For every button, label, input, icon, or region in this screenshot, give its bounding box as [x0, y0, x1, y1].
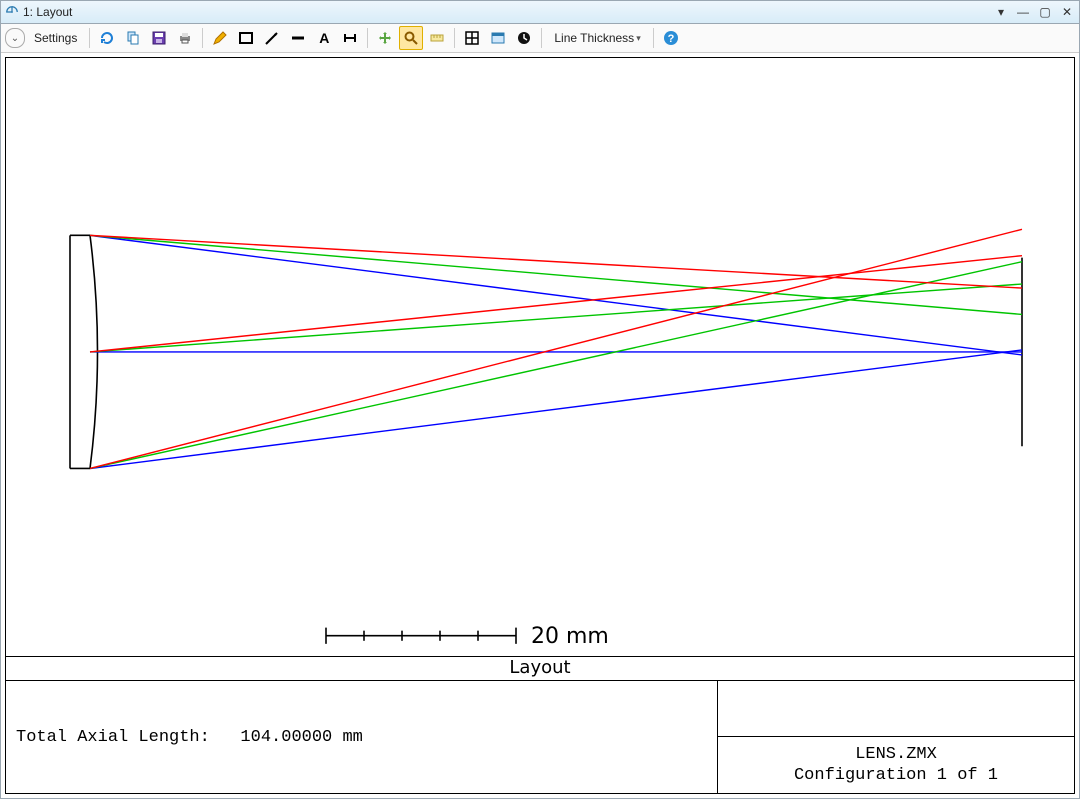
chevron-down-icon: ▾ [636, 33, 641, 44]
line-thickness-dropdown[interactable]: Line Thickness ▾ [547, 26, 647, 50]
copy-icon[interactable] [121, 26, 145, 50]
ruler-icon[interactable] [425, 26, 449, 50]
quadrant-icon[interactable] [460, 26, 484, 50]
close-button[interactable]: ✕ [1059, 5, 1075, 19]
zoom-icon[interactable] [399, 26, 423, 50]
svg-text:?: ? [667, 33, 674, 45]
text-tool-icon[interactable]: A [312, 26, 336, 50]
info-panel: Total Axial Length: 104.00000 mm LENS.ZM… [5, 681, 1075, 794]
refresh-icon[interactable] [95, 26, 119, 50]
window-controls: ▾ ― ▢ ✕ [993, 5, 1075, 19]
scale-bar [326, 628, 516, 644]
dimension-tool-icon[interactable] [338, 26, 362, 50]
plot-caption: Layout [5, 657, 1075, 681]
rectangle-tool-icon[interactable] [234, 26, 258, 50]
window-menu-button[interactable]: ▾ [993, 5, 1009, 19]
pencil-icon[interactable] [208, 26, 232, 50]
content-area: 20 mm Layout Total Axial Length: 104.000… [1, 53, 1079, 798]
print-icon[interactable] [173, 26, 197, 50]
expand-settings-icon[interactable]: ⌄ [5, 28, 25, 48]
settings-button[interactable]: Settings [27, 26, 84, 50]
arrow-tool-icon[interactable] [260, 26, 284, 50]
line-tool-icon[interactable] [286, 26, 310, 50]
lock-aspect-icon[interactable] [512, 26, 536, 50]
save-icon[interactable] [147, 26, 171, 50]
ray-trace-svg: 20 mm [6, 58, 1074, 656]
window-title: 1: Layout [23, 5, 72, 19]
layout-window: 1: Layout ▾ ― ▢ ✕ ⌄ Settings [0, 0, 1080, 799]
rays-field-full [90, 229, 1022, 468]
line-thickness-label: Line Thickness [554, 31, 634, 45]
scale-bar-label: 20 mm [531, 623, 609, 649]
toolbar: ⌄ Settings A [1, 24, 1079, 53]
axial-length-readout: Total Axial Length: 104.00000 mm [6, 681, 718, 793]
app-icon [5, 5, 19, 19]
layout-plot[interactable]: 20 mm [5, 57, 1075, 657]
window-list-icon[interactable] [486, 26, 510, 50]
titlebar: 1: Layout ▾ ― ▢ ✕ [1, 1, 1079, 24]
maximize-button[interactable]: ▢ [1037, 5, 1053, 19]
minimize-button[interactable]: ― [1015, 5, 1031, 19]
configuration-readout: Configuration 1 of 1 [794, 765, 998, 786]
info-bottom-right: LENS.ZMX Configuration 1 of 1 [718, 737, 1074, 793]
lens-filename: LENS.ZMX [855, 744, 937, 765]
pan-icon[interactable] [373, 26, 397, 50]
help-icon[interactable]: ? [659, 26, 683, 50]
info-top-right [718, 681, 1074, 737]
